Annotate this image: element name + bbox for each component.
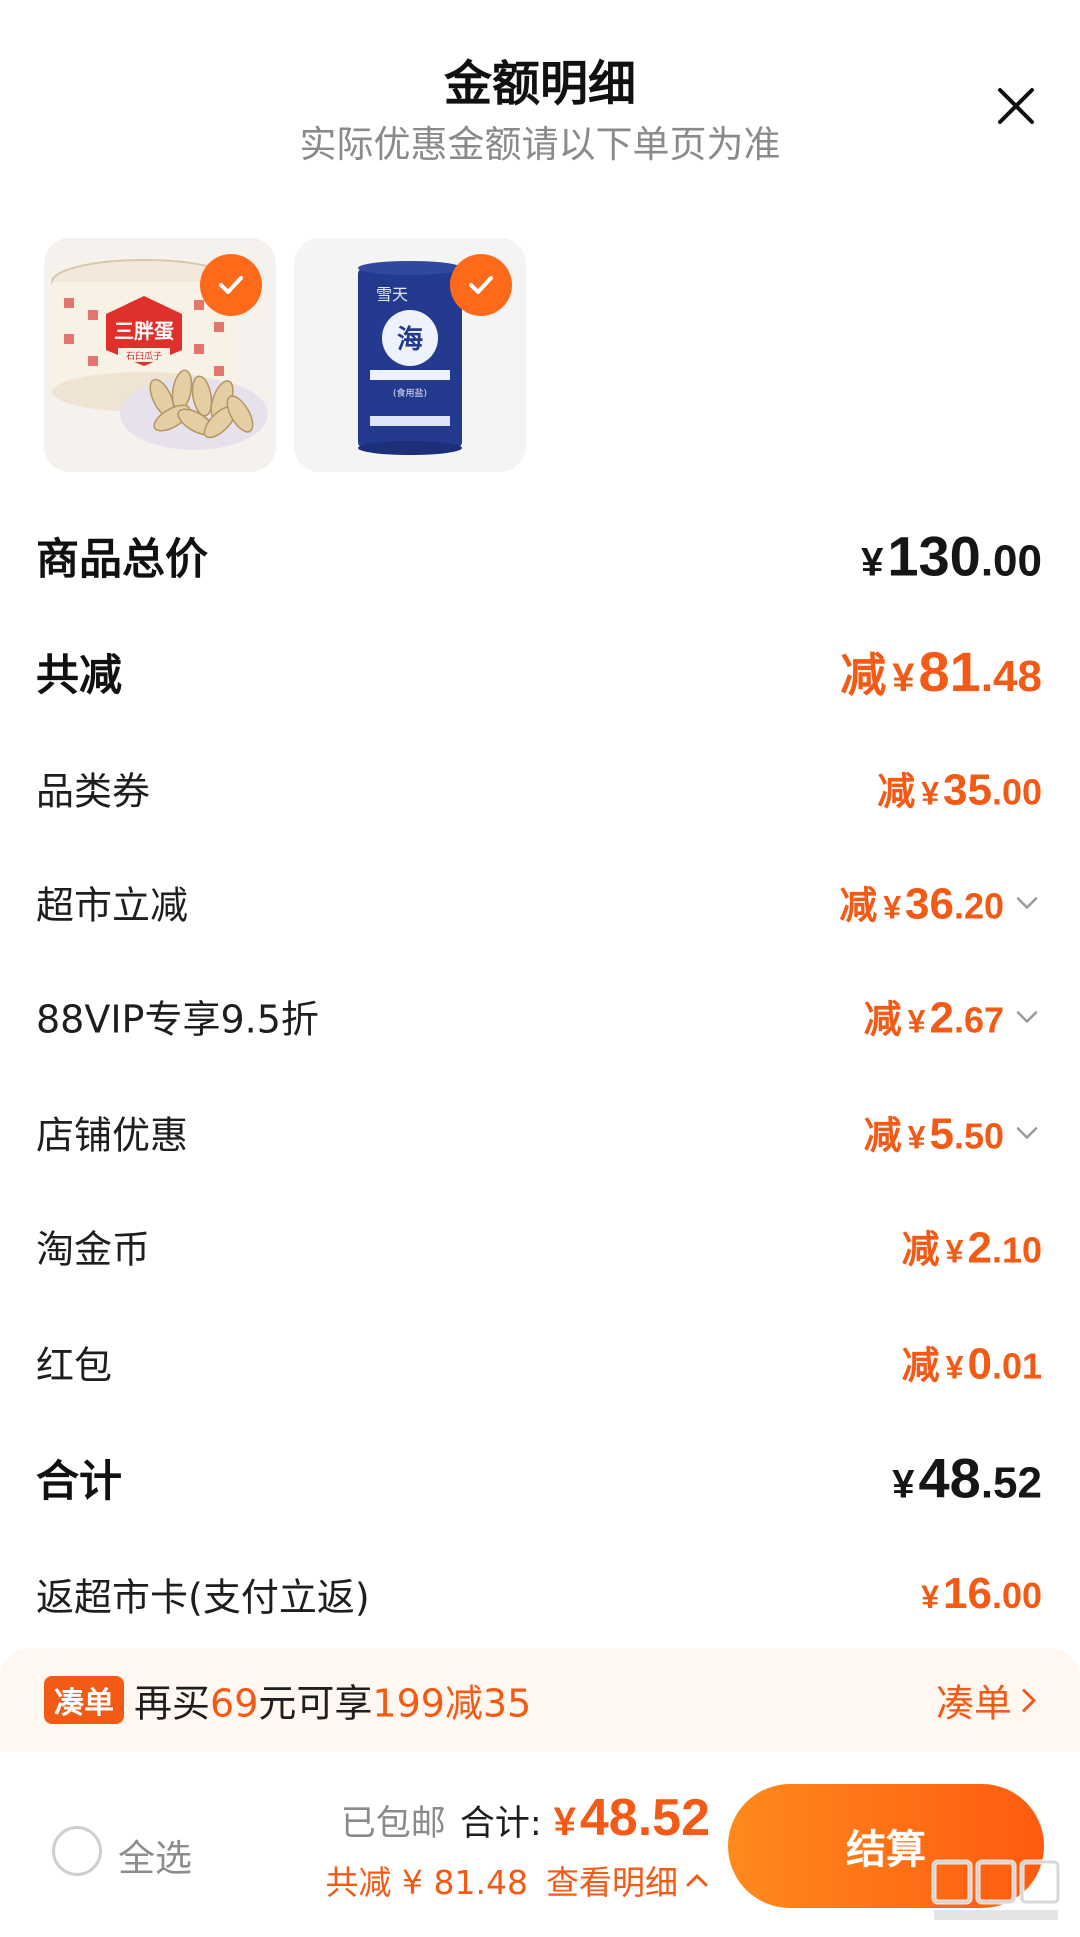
add-on-tag: 凑单 — [44, 1676, 124, 1724]
product-thumbnail-sea-salt[interactable]: 雪天 海 (食用盐) — [294, 238, 526, 472]
watermark-logo — [931, 1859, 1061, 1920]
select-all-label[interactable]: 全选 — [118, 1828, 192, 1882]
row-label: 红包 — [36, 1343, 113, 1388]
svg-text:(食用盐): (食用盐) — [393, 387, 427, 399]
sheet-title: 金额明细 — [443, 56, 636, 112]
svg-text:海: 海 — [397, 325, 423, 355]
product-thumbnail-sunflower-seeds[interactable]: 三胖蛋 石臼瓜子 — [44, 238, 276, 472]
amount-value: 减 ¥ 0 .01 — [901, 1339, 1042, 1389]
row-vip-discount[interactable]: 88VIP专享9.5折 减 ¥ 2 .67 — [0, 976, 1080, 1056]
row-label: 店铺优惠 — [36, 1113, 189, 1158]
row-label: 共减 — [36, 651, 122, 701]
row-total: 合计 ¥ 48 .52 — [0, 1438, 1080, 1518]
product-thumbnails: 三胖蛋 石臼瓜子 雪天 海 (食用盐) — [44, 238, 526, 474]
row-red-packet: 红包 减 ¥ 0 .01 — [0, 1322, 1080, 1402]
close-icon — [998, 88, 1034, 124]
add-on-link[interactable]: 凑单 — [936, 1673, 1040, 1728]
row-label: 合计 — [36, 1457, 122, 1507]
amount-value: 减 ¥ 81 .48 — [840, 640, 1042, 703]
amount-value: 减 ¥ 5 .50 — [864, 1105, 1042, 1160]
row-cashback: 返超市卡(支付立返) ¥ 16 .00 — [0, 1554, 1080, 1634]
amount-value: ¥ 16 .00 — [921, 1569, 1042, 1618]
row-label: 返超市卡(支付立返) — [36, 1575, 370, 1620]
view-detail-link[interactable]: 查看明细 — [546, 1856, 710, 1904]
select-all-radio[interactable] — [52, 1826, 102, 1876]
add-on-promo-bar: 凑单 再买69元可享199减35 凑单 — [0, 1648, 1080, 1752]
total-label: 合计: — [459, 1804, 542, 1844]
svg-text:雪天: 雪天 — [376, 285, 408, 304]
amount-value: ¥ 48 .52 — [892, 1446, 1042, 1510]
checkout-discount-text: 共减 ¥ 81.48 — [325, 1863, 528, 1902]
checkmark-icon — [469, 276, 493, 294]
close-button[interactable] — [990, 80, 1042, 132]
amount-value: 减 ¥ 35 .00 — [877, 765, 1042, 815]
sheet-header: 金额明细 实际优惠金额请以下单页为准 — [0, 0, 1080, 200]
amount-value: 减 ¥ 2 .67 — [864, 989, 1042, 1044]
chevron-up-icon — [686, 1874, 708, 1887]
row-category-coupon: 品类券 减 ¥ 35 .00 — [0, 748, 1080, 828]
selected-check-badge[interactable] — [450, 254, 512, 316]
row-subtotal: 商品总价 ¥ 130 .00 — [0, 516, 1080, 596]
shipping-label: 已包邮 — [340, 1804, 446, 1844]
chevron-down-icon[interactable] — [1012, 887, 1042, 917]
checkout-discount-line: 共减 ¥ 81.48 查看明细 — [326, 1856, 710, 1904]
row-taojin-coins: 淘金币 减 ¥ 2 .10 — [0, 1206, 1080, 1286]
row-supermarket-discount[interactable]: 超市立减 减 ¥ 36 .20 — [0, 862, 1080, 942]
row-label: 88VIP专享9.5折 — [36, 997, 319, 1042]
checkout-bar: 全选 已包邮 合计: ¥48.52 共减 ¥ 81.48 查看明细 结算 — [0, 1752, 1080, 1937]
svg-text:三胖蛋: 三胖蛋 — [114, 319, 174, 343]
checkout-total: ¥48.52 — [553, 1789, 710, 1847]
row-label: 品类券 — [36, 769, 151, 814]
checkmark-icon — [219, 276, 243, 294]
row-total-discount: 共减 减 ¥ 81 .48 — [0, 632, 1080, 712]
svg-text:石臼瓜子: 石臼瓜子 — [126, 350, 162, 362]
chevron-right-icon — [1022, 1688, 1036, 1712]
selected-check-badge[interactable] — [200, 254, 262, 316]
row-label: 淘金币 — [36, 1227, 151, 1272]
amount-value: 减 ¥ 36 .20 — [839, 875, 1042, 930]
row-label: 超市立减 — [36, 883, 189, 928]
sheet-subtitle: 实际优惠金额请以下单页为准 — [299, 123, 781, 166]
checkout-summary: 已包邮 合计: ¥48.52 — [341, 1788, 710, 1848]
row-label: 商品总价 — [36, 535, 208, 585]
amount-value: ¥ 130 .00 — [861, 524, 1042, 588]
promo-text: 再买69元可享199减35 — [134, 1681, 532, 1726]
chevron-down-icon[interactable] — [1012, 1117, 1042, 1147]
amount-value: 减 ¥ 2 .10 — [901, 1223, 1042, 1273]
amount-detail-sheet: 金额明细 实际优惠金额请以下单页为准 三胖蛋 石臼瓜子 雪天 海 (食用盐) 商… — [0, 0, 1080, 1937]
row-store-discount[interactable]: 店铺优惠 减 ¥ 5 .50 — [0, 1092, 1080, 1172]
chevron-down-icon[interactable] — [1012, 1001, 1042, 1031]
